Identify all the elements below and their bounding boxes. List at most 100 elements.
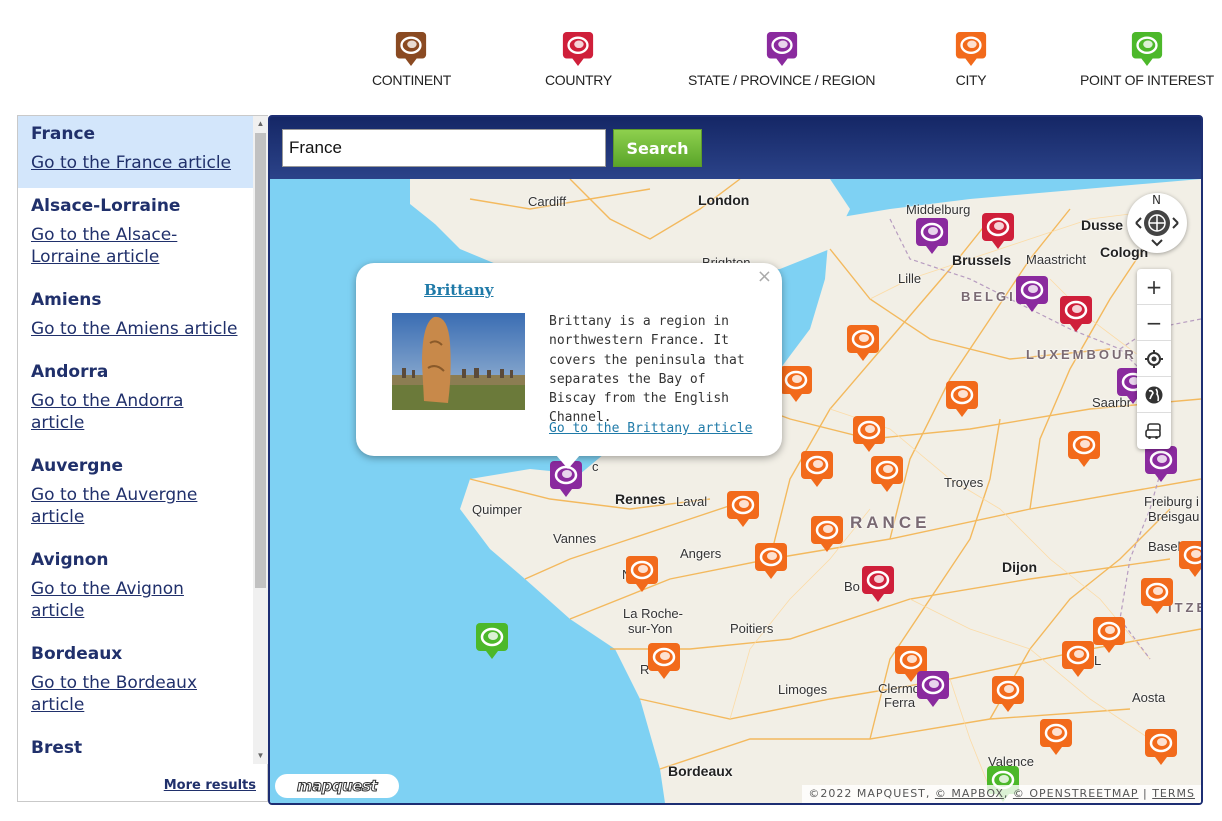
scroll-up-arrow-icon[interactable]: ▲ <box>253 116 268 132</box>
list-item[interactable]: Auvergne Go to the Auvergne article <box>18 448 253 542</box>
scroll-thumb[interactable] <box>255 133 266 588</box>
place-label: Vannes <box>553 531 597 546</box>
region-marker[interactable] <box>914 216 950 256</box>
compass-control[interactable]: N <box>1127 193 1187 253</box>
zoom-in-button[interactable]: + <box>1137 269 1171 305</box>
place-label: Quimper <box>472 502 522 517</box>
place-label: Breisgau <box>1148 509 1200 524</box>
region-marker[interactable] <box>1143 444 1179 484</box>
legend-city: CITY <box>954 30 988 88</box>
region-marker[interactable] <box>1014 274 1050 314</box>
traffic-button[interactable] <box>1137 413 1171 449</box>
city-pin-icon <box>1093 617 1125 653</box>
result-link[interactable]: Go to the Avignon article <box>31 578 240 622</box>
city-marker[interactable] <box>1060 639 1096 679</box>
popup-article-link[interactable]: Go to the Brittany article <box>549 421 753 436</box>
compass-north-label: N <box>1152 193 1161 207</box>
list-item[interactable]: Avignon Go to the Avignon article <box>18 542 253 636</box>
map-controls: + − <box>1137 269 1171 449</box>
place-label: Laval <box>676 494 708 509</box>
city-marker[interactable] <box>1177 539 1201 579</box>
city-marker[interactable] <box>809 514 845 554</box>
legend-country: COUNTRY <box>545 30 612 88</box>
country-pin-icon <box>982 213 1014 249</box>
more-results-link[interactable]: More results <box>164 778 256 793</box>
city-pin-icon <box>626 556 658 592</box>
city-marker[interactable] <box>990 674 1026 714</box>
country-marker[interactable] <box>980 211 1016 251</box>
openstreetmap-link[interactable]: © OPENSTREETMAP <box>1013 787 1139 800</box>
city-pin-icon <box>755 543 787 579</box>
poi-marker[interactable] <box>474 621 510 661</box>
results-scrollbar[interactable]: ▲ ▼ <box>253 116 268 764</box>
city-pin-icon <box>992 676 1024 712</box>
list-item[interactable]: Brest <box>18 730 253 764</box>
city-marker[interactable] <box>1038 717 1074 757</box>
popup-description: Brittany is a region in northwestern Fra… <box>549 314 745 426</box>
results-sidebar: France Go to the France article Alsace-L… <box>17 115 268 802</box>
city-pin-icon <box>1179 541 1201 577</box>
result-link[interactable]: Go to the France article <box>31 152 240 174</box>
legend-label: COUNTRY <box>545 72 612 88</box>
region-marker[interactable] <box>915 669 951 709</box>
locate-button[interactable] <box>1137 341 1171 377</box>
place-label: c <box>592 459 599 474</box>
city-marker[interactable] <box>753 541 789 581</box>
place-label: Rennes <box>615 491 666 507</box>
city-marker[interactable] <box>851 414 887 454</box>
list-item[interactable]: Bordeaux Go to the Bordeaux article <box>18 636 253 730</box>
result-link[interactable]: Go to the Amiens article <box>31 318 240 340</box>
result-title: Auvergne <box>31 456 124 476</box>
result-link[interactable]: Go to the Andorra article <box>31 390 240 434</box>
city-pin-icon <box>648 643 680 679</box>
list-item[interactable]: Amiens Go to the Amiens article <box>18 282 253 354</box>
place-label: Dusse <box>1081 217 1124 233</box>
city-marker[interactable] <box>799 449 835 489</box>
city-pin-icon <box>847 325 879 361</box>
city-marker[interactable] <box>624 554 660 594</box>
list-item[interactable]: France Go to the France article <box>18 116 253 188</box>
city-marker[interactable] <box>944 379 980 419</box>
terms-link[interactable]: TERMS <box>1152 787 1195 800</box>
city-pin-icon <box>853 416 885 452</box>
mapquest-logo[interactable]: mapquest <box>275 774 399 798</box>
city-marker[interactable] <box>725 489 761 529</box>
country-pin-icon <box>1060 296 1092 332</box>
result-link[interactable]: Go to the Alsace-Lorraine article <box>31 224 240 268</box>
list-item[interactable]: Andorra Go to the Andorra article <box>18 354 253 448</box>
list-item[interactable]: Alsace-Lorraine Go to the Alsace-Lorrain… <box>18 188 253 282</box>
mapbox-link[interactable]: © MAPBOX <box>935 787 1004 800</box>
popup-title-link[interactable]: Brittany <box>424 281 493 299</box>
place-label: London <box>698 192 750 208</box>
city-marker[interactable] <box>869 454 905 494</box>
city-marker[interactable] <box>1066 429 1102 469</box>
result-link[interactable]: Go to the Auvergne article <box>31 484 240 528</box>
city-pin-icon <box>946 381 978 417</box>
city-marker[interactable] <box>845 323 881 363</box>
city-marker[interactable] <box>778 364 814 404</box>
crosshair-icon <box>1145 349 1163 368</box>
search-input[interactable] <box>282 129 606 167</box>
car-icon <box>1145 423 1161 439</box>
globe-button[interactable] <box>1137 377 1171 413</box>
city-marker[interactable] <box>1139 576 1175 616</box>
popup-tail <box>556 455 580 469</box>
place-label: Freiburg i <box>1144 494 1199 509</box>
search-button[interactable]: Search <box>613 129 702 167</box>
popup-close-icon[interactable]: × <box>757 266 772 287</box>
result-link[interactable]: Go to the Bordeaux article <box>31 672 240 716</box>
region-pin-icon <box>1145 446 1177 482</box>
country-marker[interactable] <box>860 564 896 604</box>
country-marker[interactable] <box>1058 294 1094 334</box>
scroll-down-arrow-icon[interactable]: ▼ <box>253 748 268 764</box>
place-label: Brussels <box>952 252 1012 268</box>
city-marker[interactable] <box>646 641 682 681</box>
zoom-out-button[interactable]: − <box>1137 305 1171 341</box>
country-pin-icon <box>563 32 594 66</box>
result-title: Brest <box>31 738 83 758</box>
map-canvas[interactable]: Cardiff London Brighton Middelburg Bruss… <box>270 179 1201 803</box>
city-marker[interactable] <box>1091 615 1127 655</box>
legend-continent: CONTINENT <box>372 30 451 88</box>
city-marker[interactable] <box>1143 727 1179 767</box>
city-pin-icon <box>1062 641 1094 677</box>
